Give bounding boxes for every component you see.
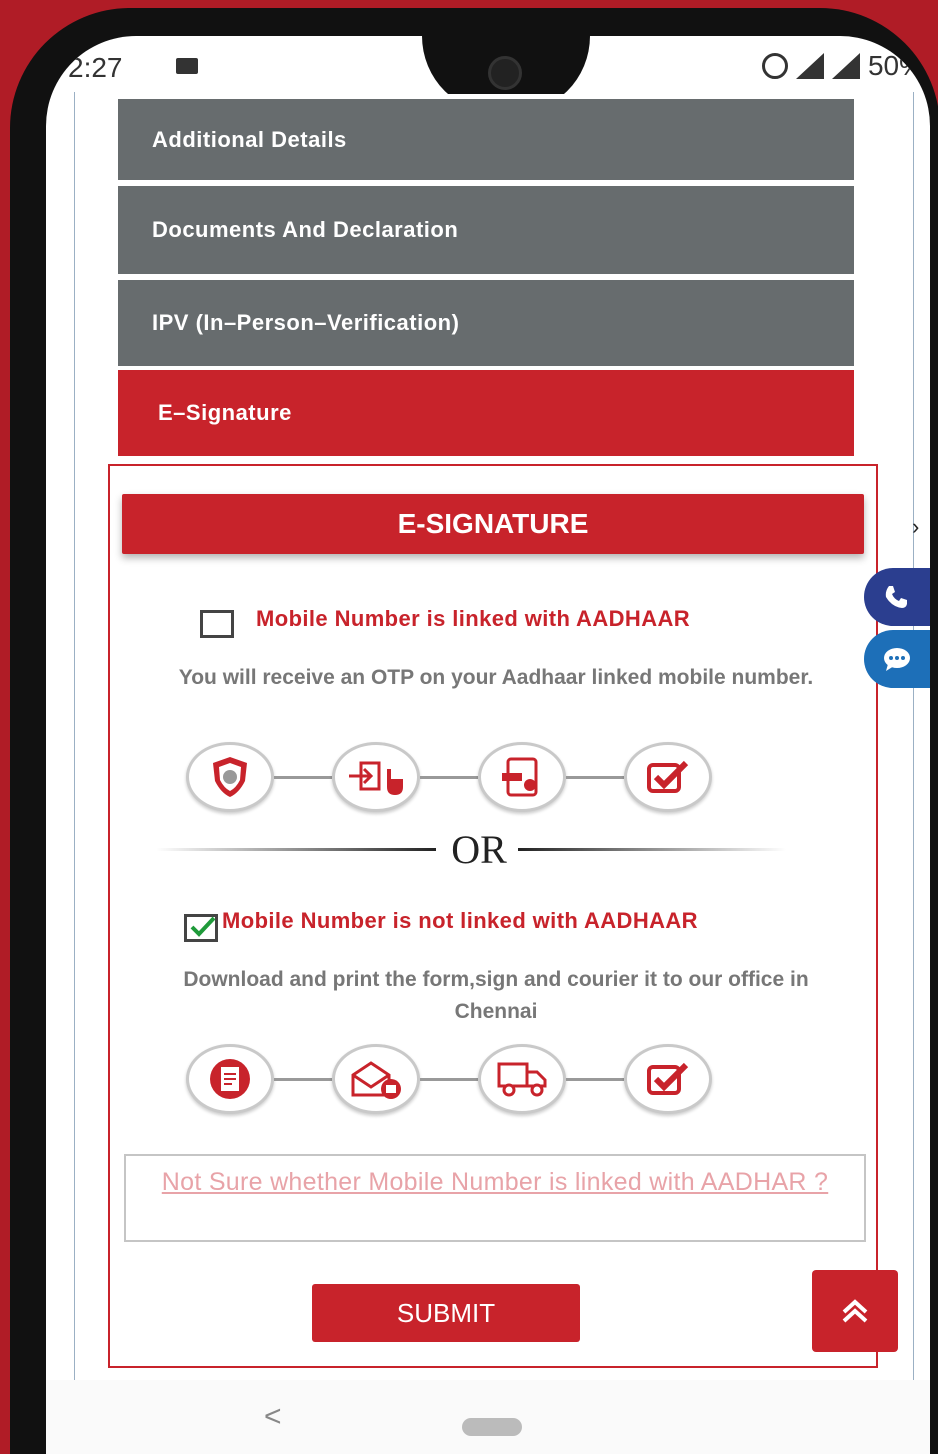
not-linked-option-label[interactable]: Mobile Number is not linked with AADHAAR — [222, 908, 698, 934]
signal-4g-icon — [795, 53, 824, 79]
check-icon — [624, 1044, 712, 1114]
or-line-left — [156, 848, 436, 851]
linked-steps — [186, 742, 712, 812]
menu-item-label: IPV (In–Person–Verification) — [152, 310, 460, 335]
otp-document-icon — [478, 742, 566, 812]
step-connector — [566, 1077, 624, 1081]
gallery-notification-icon — [176, 58, 198, 74]
double-chevron-up-icon — [842, 1299, 868, 1323]
side-chevron-right-icon[interactable]: › — [912, 514, 919, 540]
scroll-to-top-button[interactable] — [812, 1270, 898, 1352]
not-linked-checkbox[interactable] — [184, 914, 218, 942]
call-button[interactable] — [864, 568, 930, 626]
menu-item-label: Documents And Declaration — [152, 217, 459, 242]
phone-frame: 2:27 50% Additional Details Documents An… — [10, 8, 938, 1454]
or-text: OR — [451, 827, 507, 872]
linked-option-label[interactable]: Mobile Number is linked with AADHAAR — [256, 606, 690, 632]
courier-truck-icon — [478, 1044, 566, 1114]
phone-icon — [885, 586, 907, 608]
login-tap-icon — [332, 742, 420, 812]
step-connector — [274, 775, 332, 779]
status-icons: 50% — [761, 50, 924, 82]
not-linked-steps — [186, 1044, 712, 1114]
menu-item-label: E–Signature — [158, 400, 292, 425]
home-pill-icon[interactable] — [462, 1418, 522, 1436]
menu-item-additional-details[interactable]: Additional Details — [118, 94, 854, 180]
step-connector — [566, 775, 624, 779]
menu-item-documents-declaration[interactable]: Documents And Declaration — [118, 186, 854, 274]
submit-button[interactable]: SUBMIT — [312, 1284, 580, 1342]
chat-bubble-icon — [884, 648, 910, 671]
chat-button[interactable] — [864, 630, 930, 688]
step-connector — [420, 775, 478, 779]
not-sure-link[interactable]: Not Sure whether Mobile Number is linked… — [162, 1168, 828, 1196]
status-time: 2:27 — [68, 52, 123, 83]
menu-item-label: Additional Details — [152, 126, 347, 152]
shield-icon — [186, 742, 274, 812]
check-icon — [624, 742, 712, 812]
android-nav-bar: < — [46, 1380, 930, 1454]
esignature-header: E-SIGNATURE — [122, 494, 864, 554]
or-divider: OR — [156, 826, 786, 872]
menu-item-e-signature[interactable]: E–Signature — [118, 370, 854, 456]
form-icon — [186, 1044, 274, 1114]
back-icon[interactable]: < — [264, 1400, 282, 1434]
battery-level: 50% — [867, 50, 924, 81]
front-camera — [488, 56, 522, 90]
hotspot-icon — [761, 53, 788, 79]
or-line-right — [518, 848, 786, 851]
not-linked-option-description: Download and print the form,sign and cou… — [183, 968, 809, 1023]
checkmark-icon — [190, 916, 216, 937]
step-connector — [420, 1077, 478, 1081]
envelope-print-icon — [332, 1044, 420, 1114]
linked-checkbox[interactable] — [200, 610, 234, 638]
menu-item-ipv[interactable]: IPV (In–Person–Verification) — [118, 280, 854, 366]
step-connector — [274, 1077, 332, 1081]
not-sure-box: Not Sure whether Mobile Number is linked… — [124, 1154, 866, 1242]
linked-option-description: You will receive an OTP on your Aadhaar … — [178, 666, 814, 689]
signal-icon — [831, 53, 860, 79]
phone-screen: 2:27 50% Additional Details Documents An… — [46, 36, 930, 1454]
